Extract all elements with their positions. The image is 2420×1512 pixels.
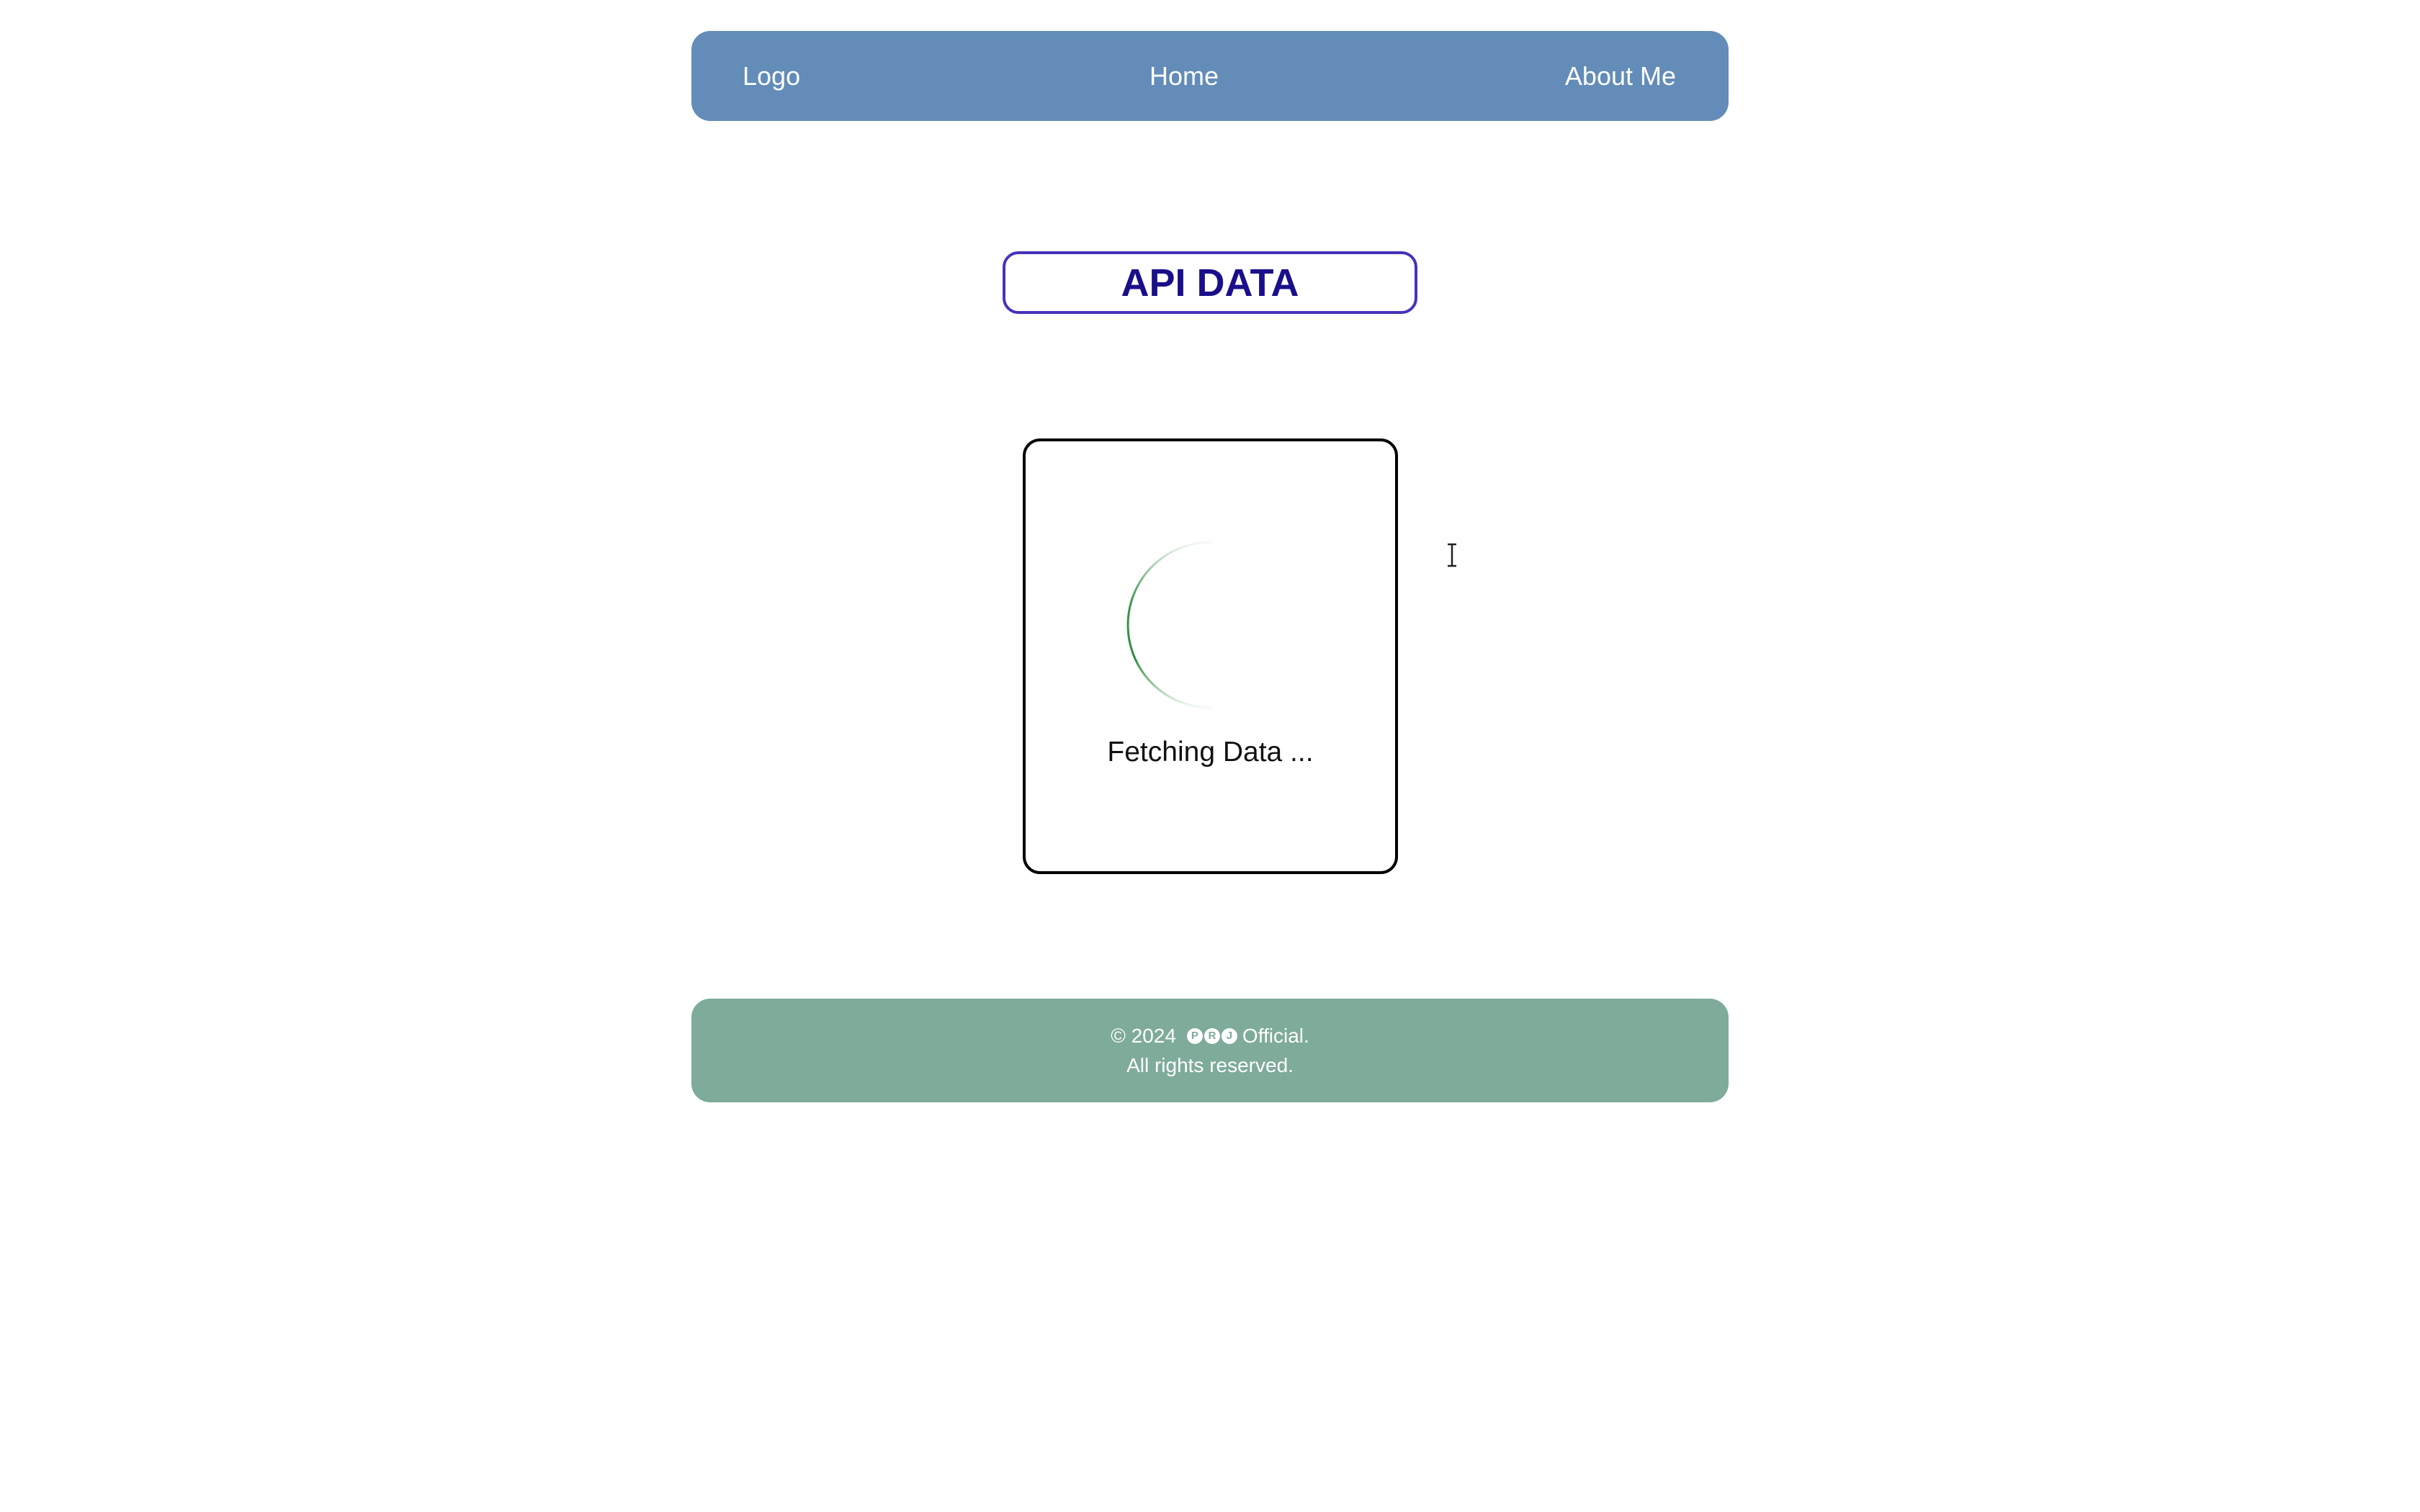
navbar: Logo Home About Me <box>691 31 1729 121</box>
loading-spinner-icon <box>1126 541 1212 709</box>
text-cursor-icon <box>1448 543 1456 567</box>
loading-card: Fetching Data ... <box>1023 438 1398 874</box>
brand-letter-j: J <box>1221 1027 1237 1044</box>
loading-status-text: Fetching Data ... <box>1107 737 1314 768</box>
footer-brand-suffix: Official. <box>1242 1025 1309 1047</box>
footer-rights: All rights reserved. <box>1126 1054 1294 1076</box>
footer: © 2024 P R J Official. All rights reserv… <box>691 999 1729 1102</box>
page-title-box: API DATA <box>1003 251 1417 314</box>
nav-logo[interactable]: Logo <box>743 31 800 121</box>
footer-copyright-line: © 2024 P R J Official. <box>1111 1021 1309 1050</box>
brand-icons: P R J <box>1186 1027 1238 1044</box>
nav-about-link[interactable]: About Me <box>1565 31 1676 121</box>
page-title: API DATA <box>1121 261 1299 305</box>
brand-letter-r: R <box>1204 1027 1220 1044</box>
nav-home-link[interactable]: Home <box>1150 31 1219 121</box>
brand-letter-p: P <box>1186 1027 1203 1044</box>
footer-copyright: © 2024 <box>1111 1025 1176 1047</box>
